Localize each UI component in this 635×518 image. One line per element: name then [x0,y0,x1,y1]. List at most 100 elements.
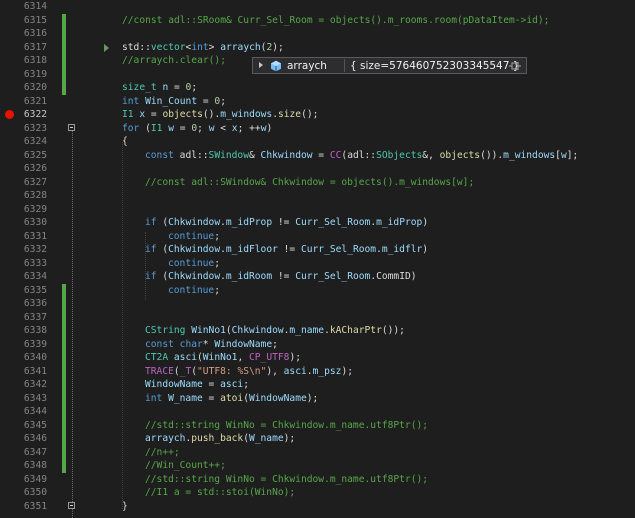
code-line[interactable]: 6329 [0,203,635,217]
datatip-value[interactable]: { size=576460752303345547 } [350,59,519,73]
breakpoint-margin[interactable] [0,14,20,28]
breakpoint-margin[interactable] [0,162,20,176]
code-text: arraych.push_back(W_name); [145,432,295,446]
code-line[interactable]: 6336 [0,297,635,311]
breakpoint-margin[interactable] [0,473,20,487]
code-line[interactable]: 6333 continue; [0,257,635,271]
code-line[interactable]: 6338 CString WinNo1(Chkwindow.m_name.kACh… [0,324,635,338]
breakpoint-margin[interactable] [0,419,20,433]
breakpoint-margin[interactable] [0,284,20,298]
breakpoint-margin[interactable] [0,135,20,149]
code-line[interactable]: 6340 CT2A asci(WinNo1, CP_UTF8); [0,351,635,365]
step-target-icon[interactable] [104,44,109,52]
code-line[interactable]: 6339 const char* WindowName; [0,338,635,352]
code-line[interactable]: 6331 continue; [0,230,635,244]
code-line[interactable]: 6343 int W_name = atoi(WindowName); [0,392,635,406]
code-token: ()). [480,149,504,161]
code-line[interactable]: 6348 //Win_Count++; [0,459,635,473]
code-token: vector [150,41,186,53]
code-line[interactable]: 6330 if (Chkwindow.m_idProp != Curr_Sel_R… [0,216,635,230]
collapse-toggle-icon[interactable] [68,124,75,131]
breakpoint-margin[interactable] [0,68,20,82]
code-line[interactable]: 6328 [0,189,635,203]
breakpoint-margin[interactable] [0,405,20,419]
code-line[interactable]: 6342 WindowName = asci; [0,378,635,392]
code-line[interactable]: 6349 //std::string WinNo = Chkwindow.m_na… [0,473,635,487]
code-line[interactable]: 6325 const adl::SWindow& Chkwindow = CC(a… [0,149,635,163]
code-line[interactable]: 6314 [0,0,635,14]
code-token: ; [214,230,220,242]
breakpoint-margin[interactable] [0,54,20,68]
code-line[interactable]: 6347 //n++; [0,446,635,460]
breakpoint-margin[interactable] [0,176,20,190]
line-number: 6341 [23,365,47,377]
breakpoint-margin[interactable] [0,365,20,379]
breakpoint-margin[interactable] [0,230,20,244]
breakpoint-margin[interactable] [0,432,20,446]
code-token: continue [168,284,215,296]
code-token: = [197,95,215,107]
code-token: CT2A [145,352,169,363]
breakpoint-margin[interactable] [0,297,20,311]
code-line[interactable]: 6332 if (Chkwindow.m_idFloor != Curr_Sel_… [0,243,635,257]
breakpoint-margin[interactable] [0,108,20,122]
change-bar [62,13,66,95]
code-token: //std::string WinNo = Chkwindow.m_name.u… [145,419,429,431]
code-line[interactable]: 6317 std::vector<int> arraych(2); [0,41,635,55]
breakpoint-margin[interactable] [0,243,20,257]
pin-icon[interactable] [508,61,522,71]
line-number: 6324 [23,136,47,147]
code-line[interactable]: 6321 int Win_Count = 0; [0,95,635,109]
code-line[interactable]: 6322 I1 x = objects().m_windows.size(); [0,108,635,122]
code-line[interactable]: 6334 if (Chkwindow.m_idRoom != Curr_Sel_R… [0,270,635,284]
breakpoint-icon[interactable] [5,110,14,119]
breakpoint-margin[interactable] [0,446,20,460]
code-line[interactable]: 6320 size_t n = 0; [0,81,635,95]
code-line[interactable]: 6335 continue; [0,284,635,298]
breakpoint-margin[interactable] [0,216,20,230]
breakpoint-margin[interactable] [0,378,20,392]
datatip-popup[interactable]: arraych { size=576460752303345547 } [252,57,527,74]
code-line[interactable]: 6345 //std::string WinNo = Chkwindow.m_na… [0,419,635,433]
breakpoint-margin[interactable] [0,203,20,217]
code-token: CC [329,149,342,161]
breakpoint-margin[interactable] [0,270,20,284]
code-line[interactable]: 6326 [0,162,635,176]
breakpoint-margin[interactable] [0,486,20,500]
breakpoint-margin[interactable] [0,149,20,163]
expand-arrow-icon[interactable] [259,62,263,68]
breakpoint-margin[interactable] [0,257,20,271]
code-line[interactable]: 6351} [0,500,635,514]
breakpoint-margin[interactable] [0,95,20,109]
code-line[interactable]: 6315 //const adl::SRoom& Curr_Sel_Room = … [0,14,635,28]
breakpoint-margin[interactable] [0,338,20,352]
breakpoint-margin[interactable] [0,351,20,365]
code-editor[interactable]: 6314 6315 //const adl::SRoom& Curr_Sel_Roo… [0,0,635,518]
breakpoint-margin[interactable] [0,189,20,203]
code-line[interactable]: 6327 //const adl::SWindow& Chkwindow = ob… [0,176,635,190]
code-line[interactable]: 6324{ [0,135,635,149]
breakpoint-margin[interactable] [0,311,20,325]
breakpoint-margin[interactable] [0,500,20,514]
code-token: WindowName [248,392,307,404]
breakpoint-margin[interactable] [0,81,20,95]
code-line[interactable]: 6344 [0,405,635,419]
code-line[interactable]: 6316 [0,27,635,41]
line-number: 6335 [23,284,47,296]
breakpoint-margin[interactable] [0,324,20,338]
code-token: ); [341,365,353,377]
breakpoint-margin[interactable] [0,459,20,473]
breakpoint-margin[interactable] [0,41,20,55]
code-token: > [208,41,221,53]
collapse-toggle-icon[interactable] [68,502,75,509]
code-line[interactable]: 6346 arraych.push_back(W_name); [0,432,635,446]
code-line[interactable]: 6323 for (I1 w = 0; w < x; ++w) [0,122,635,136]
breakpoint-margin[interactable] [0,0,20,14]
breakpoint-margin[interactable] [0,122,20,136]
breakpoint-margin[interactable] [0,392,20,406]
code-text: std::vector<int> arraych(2); [122,41,284,55]
code-line[interactable]: 6341 TRACE(_T("UTF8: %S\n"), asci.m_psz); [0,365,635,379]
code-line[interactable]: 6350 //I1 a = std::stoi(WinNo); [0,486,635,500]
breakpoint-margin[interactable] [0,27,20,41]
code-line[interactable]: 6337 [0,311,635,325]
